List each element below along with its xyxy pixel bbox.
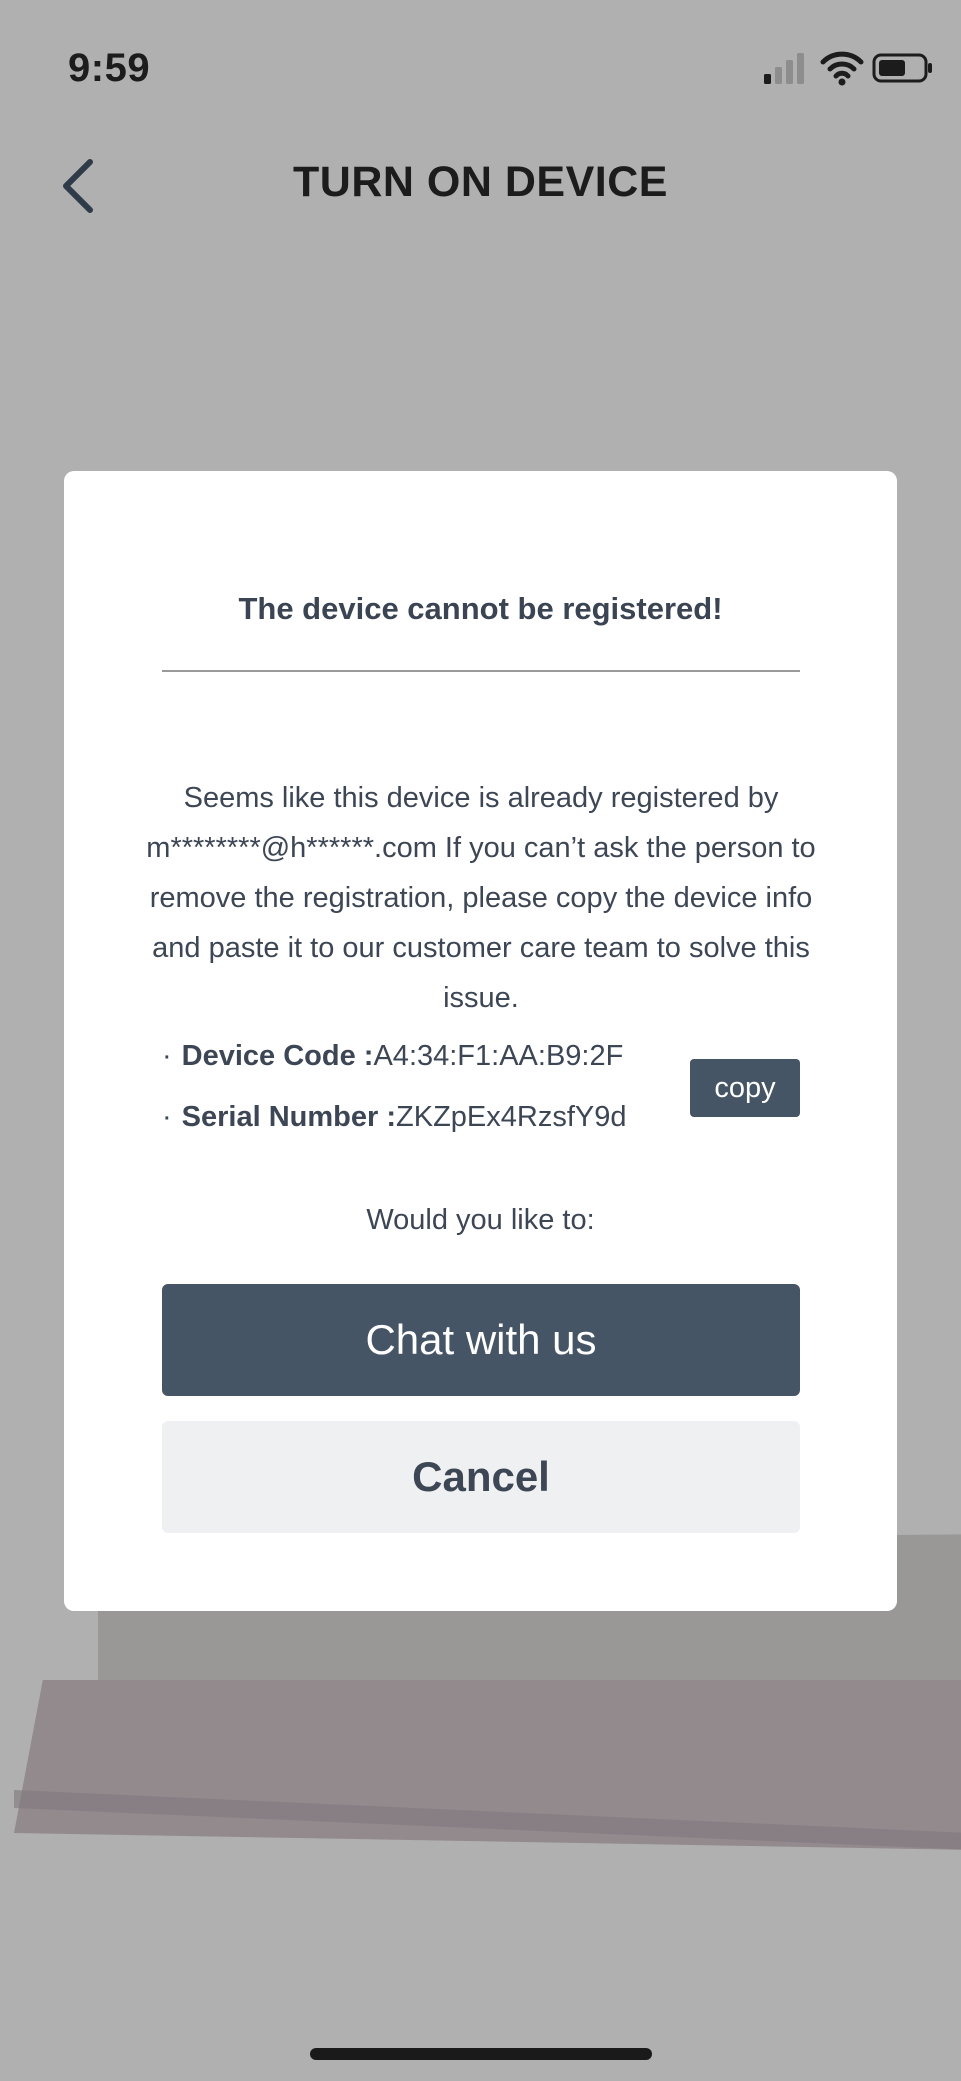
registration-error-dialog: The device cannot be registered! Seems l… — [64, 471, 897, 1611]
page-title: TURN ON DEVICE — [293, 158, 668, 206]
dialog-prompt: Would you like to: — [366, 1204, 595, 1236]
status-bar: 9:59 — [0, 0, 961, 120]
serial-number-label: Serial Number : — [181, 1101, 397, 1133]
cancel-button[interactable]: Cancel — [162, 1421, 800, 1533]
serial-number-row: · Serial Number :ZKZpEx4RzsfY9d — [162, 1101, 627, 1134]
battery-icon — [872, 53, 932, 83]
cellular-signal-icon — [764, 53, 804, 84]
bullet: · — [162, 1101, 172, 1133]
device-code-row: · Device Code :A4:34:F1:AA:B9:2F — [162, 1040, 623, 1073]
chat-with-us-button[interactable]: Chat with us — [162, 1284, 800, 1396]
dialog-message: Seems like this device is already regist… — [146, 782, 816, 1014]
wifi-icon — [820, 51, 864, 86]
dialog-title: The device cannot be registered! — [238, 591, 723, 626]
copy-button[interactable]: copy — [690, 1059, 800, 1117]
title-divider — [162, 670, 800, 672]
device-code-label: Device Code : — [181, 1040, 374, 1072]
home-indicator[interactable] — [310, 2048, 652, 2060]
serial-number-value: ZKZpEx4RzsfY9d — [396, 1101, 627, 1133]
status-time: 9:59 — [68, 46, 151, 90]
device-code-value: A4:34:F1:AA:B9:2F — [373, 1040, 624, 1072]
bullet: · — [162, 1040, 172, 1072]
